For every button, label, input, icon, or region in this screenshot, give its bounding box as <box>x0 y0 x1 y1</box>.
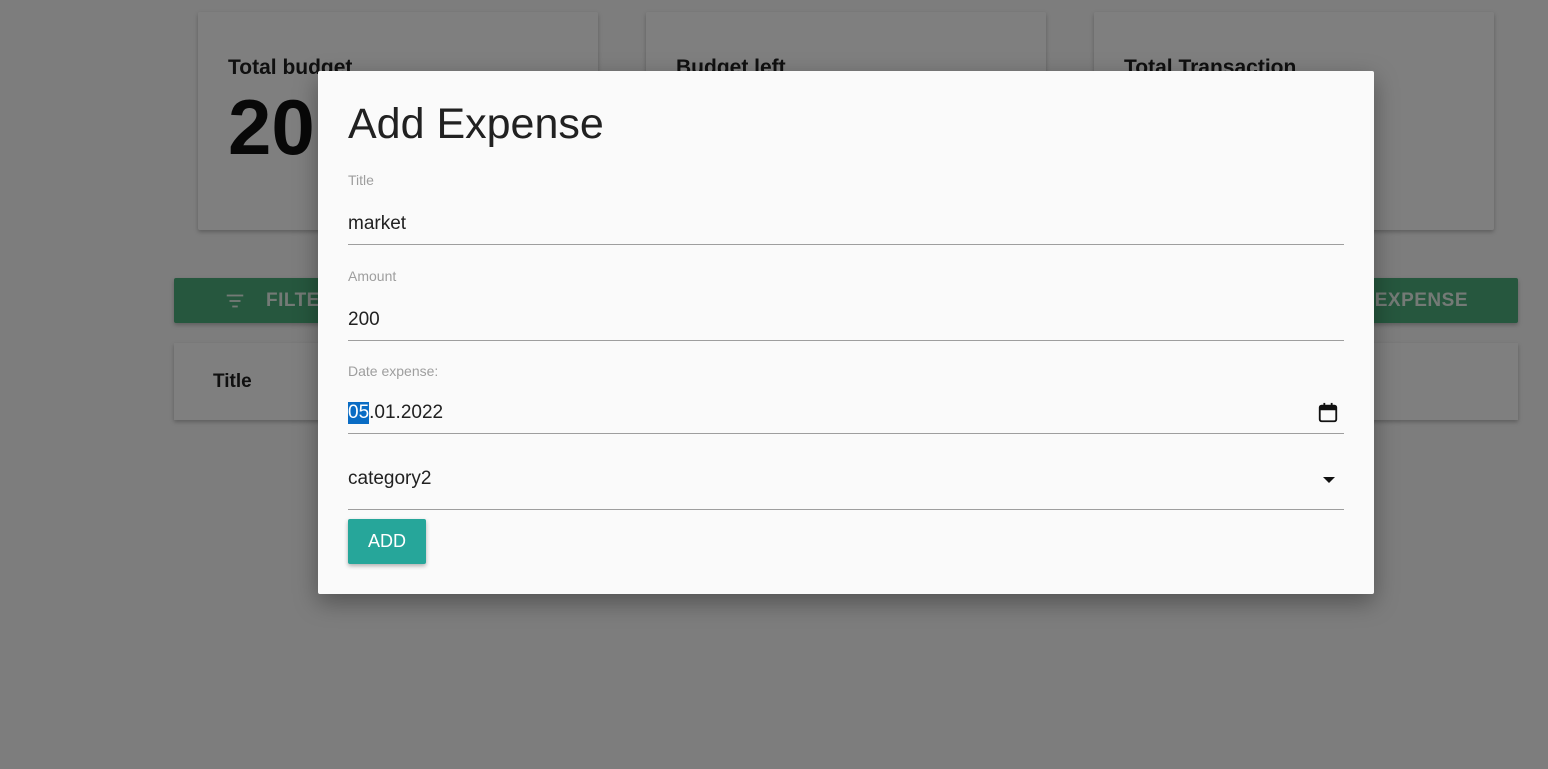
amount-field-label: Amount <box>348 268 397 284</box>
title-field-label: Title <box>348 172 374 188</box>
date-field: Date expense: 05.01.2022 <box>348 363 1344 434</box>
amount-input[interactable] <box>348 300 1344 341</box>
title-input[interactable] <box>348 204 1344 245</box>
calendar-icon[interactable] <box>1317 402 1339 424</box>
date-input[interactable]: 05.01.2022 <box>348 393 1344 434</box>
caret-down-icon <box>1323 477 1335 483</box>
date-field-label: Date expense: <box>348 363 439 379</box>
category-select[interactable]: category2 <box>348 449 1344 510</box>
title-field: Title <box>348 172 1344 245</box>
category-selected-value: category2 <box>348 468 432 489</box>
date-rest-segment[interactable]: .01.2022 <box>369 402 443 424</box>
date-day-segment[interactable]: 05 <box>348 402 370 424</box>
app-page: Total budget 20 Budget left Total Transa… <box>0 0 1548 769</box>
add-button[interactable]: ADD <box>348 519 426 564</box>
modal-title: Add Expense <box>348 100 604 148</box>
amount-field: Amount <box>348 268 1344 341</box>
add-expense-modal: Add Expense Title Amount Date expense: 0… <box>318 71 1374 594</box>
